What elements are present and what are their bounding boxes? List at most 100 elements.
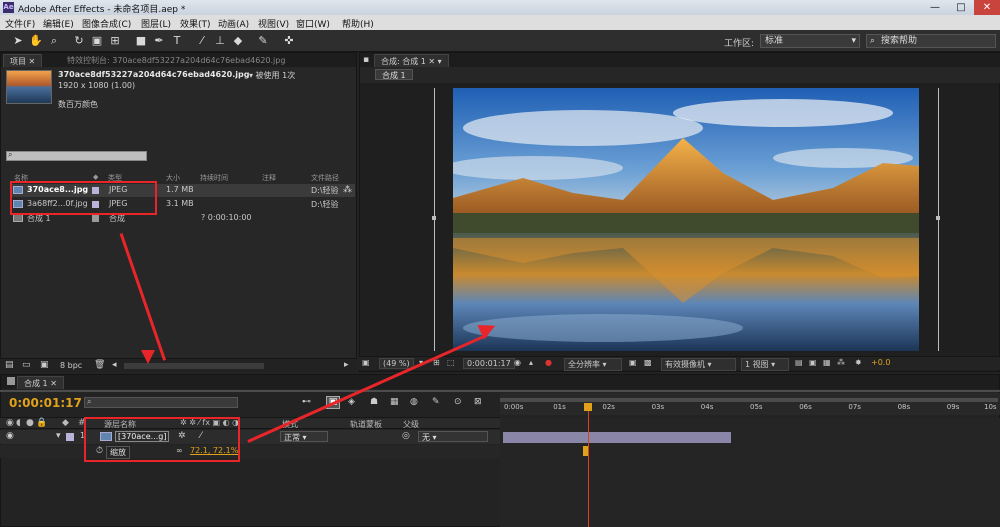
workspace-select[interactable]: 标准 ▾ — [760, 34, 860, 48]
lock-icon[interactable]: ▪ — [363, 55, 369, 65]
trkmat-header[interactable]: 轨道蒙板 — [350, 419, 382, 430]
current-time-display[interactable]: 0:00:01:17 — [463, 358, 515, 369]
timeline-current-time[interactable]: 0:00:01:17 — [9, 396, 82, 410]
toggle-pixel-aspect-icon[interactable]: ▤ — [795, 358, 803, 367]
text-tool-icon[interactable]: T — [170, 34, 184, 48]
trash-icon[interactable]: 🗑 — [94, 360, 105, 370]
draft-3d-icon[interactable]: ◈ — [348, 397, 355, 407]
flowchart-icon[interactable]: ⁂ — [343, 185, 352, 195]
close-button[interactable]: ✕ — [974, 0, 1000, 15]
audio-switch-icon[interactable]: ◖ — [16, 418, 21, 428]
column-size[interactable]: 大小 — [166, 173, 180, 183]
menu-animation[interactable]: 动画(A) — [218, 17, 249, 30]
chevron-down-icon[interactable]: ▾ — [438, 57, 442, 66]
interpret-footage-icon[interactable]: ▤ — [5, 360, 14, 370]
column-file-path[interactable]: 文件路径 — [311, 173, 339, 183]
zoom-tool-icon[interactable]: ⌕ — [47, 34, 61, 48]
pick-whip-icon[interactable]: ◎ — [402, 431, 410, 441]
comp-breadcrumb[interactable]: 合成 1 — [375, 69, 413, 80]
menu-view[interactable]: 视图(V) — [258, 17, 289, 30]
exposure-icon[interactable]: ✸ — [855, 358, 862, 367]
menu-window[interactable]: 窗口(W) — [296, 17, 330, 30]
menu-file[interactable]: 文件(F) — [5, 17, 35, 30]
solo-switch-icon[interactable]: ● — [26, 418, 34, 428]
close-icon[interactable]: ✕ — [29, 57, 36, 66]
tab-effect-controls[interactable]: 特效控制台: 370ace8df53227a204d64c76ebad4620.… — [61, 54, 291, 67]
column-comment[interactable]: 注释 — [262, 173, 276, 183]
rectangle-tool-icon[interactable]: ■ — [134, 34, 148, 48]
close-icon[interactable]: ✕ — [428, 57, 435, 66]
view-layout-select[interactable]: 1 视图 ▾ — [741, 358, 789, 371]
layer-label-swatch[interactable] — [66, 433, 74, 441]
property-row-scale[interactable]: ⏱ 缩放 ∞ 72.1, 72.1% — [0, 445, 500, 459]
graph-editor-icon[interactable]: ⊠ — [474, 397, 482, 407]
guide-handle[interactable] — [432, 216, 436, 220]
fast-previews-icon[interactable]: ▣ — [809, 358, 817, 367]
always-preview-icon[interactable]: ▣ — [362, 358, 370, 367]
tab-composition[interactable]: 合成: 合成 1 ✕ ▾ — [374, 54, 449, 67]
menu-help[interactable]: 帮助(H) — [342, 17, 374, 30]
mask-visibility-icon[interactable]: ⬚ — [447, 358, 455, 367]
roto-brush-tool-icon[interactable]: ✎ — [256, 34, 270, 48]
menu-effect[interactable]: 效果(T) — [180, 17, 211, 30]
pen-tool-icon[interactable]: ✒ — [152, 34, 166, 48]
timeline-icon[interactable]: ▦ — [823, 358, 831, 367]
camera-snapshot-icon[interactable]: ◉ — [514, 358, 521, 367]
work-area-bar[interactable] — [500, 398, 998, 402]
menu-layer[interactable]: 图层(L) — [141, 17, 171, 30]
hand-tool-icon[interactable]: ✋ — [29, 34, 43, 48]
playhead-line[interactable] — [587, 404, 589, 527]
playhead-handle-icon[interactable] — [583, 403, 592, 411]
parent-header[interactable]: 父级 — [403, 419, 419, 430]
menu-composition[interactable]: 图像合成(C) — [82, 17, 131, 30]
video-switch-icon[interactable]: ◉ — [6, 418, 14, 428]
flowchart-icon[interactable]: ⁂ — [837, 358, 845, 367]
mini-flowchart-icon[interactable]: ⊷ — [302, 397, 311, 407]
eraser-tool-icon[interactable]: ◆ — [231, 34, 245, 48]
blend-mode-select[interactable]: 正常 ▾ — [280, 431, 328, 442]
resolution-select[interactable]: 全分辨率 ▾ — [564, 358, 622, 371]
new-composition-icon[interactable]: ▣ — [40, 360, 49, 370]
twirl-down-icon[interactable]: ▾ — [56, 431, 61, 441]
brush-tool-icon[interactable]: ⁄ — [195, 34, 209, 48]
tab-timeline-comp[interactable]: 合成 1 ✕ — [17, 376, 64, 389]
puppet-pin-tool-icon[interactable]: ✜ — [282, 34, 296, 48]
brainstorm-icon[interactable]: ✎ — [432, 397, 440, 407]
lock-switch-icon[interactable]: 🔒 — [36, 418, 47, 428]
tab-project[interactable]: 项目 ✕ — [3, 54, 43, 67]
frame-blending-icon[interactable]: ▦ — [390, 397, 399, 407]
show-snapshot-icon[interactable]: ▴ — [529, 358, 533, 367]
selection-tool-icon[interactable]: ➤ — [11, 34, 25, 48]
video-eye-icon[interactable]: ◉ — [6, 431, 14, 441]
exposure-value[interactable]: +0.0 — [871, 358, 890, 367]
project-search-input[interactable]: ⌕ — [6, 150, 147, 161]
label-tag-icon[interactable]: ◆ — [62, 418, 69, 428]
color-channels-icon[interactable]: ● — [545, 358, 552, 367]
maximize-button[interactable]: □ — [948, 0, 974, 15]
motion-blur-icon[interactable]: ◍ — [410, 397, 418, 407]
region-of-interest-icon[interactable]: ▣ — [629, 358, 637, 367]
column-duration[interactable]: 持续时间 — [200, 173, 228, 183]
guide-handle[interactable] — [936, 216, 940, 220]
transparency-grid-icon[interactable]: ▩ — [644, 358, 652, 367]
layer-duration-bar[interactable] — [503, 432, 731, 443]
active-camera-select[interactable]: 有效摄像机 ▾ — [661, 358, 736, 371]
bit-depth-label[interactable]: 8 bpc — [60, 361, 82, 370]
minimize-button[interactable]: — — [922, 0, 948, 15]
composition-viewer-image[interactable] — [453, 88, 919, 351]
menu-edit[interactable]: 编辑(E) — [43, 17, 74, 30]
close-icon[interactable]: ✕ — [50, 379, 57, 388]
pan-behind-tool-icon[interactable]: ⊞ — [108, 34, 122, 48]
clone-stamp-tool-icon[interactable]: ⊥ — [213, 34, 227, 48]
footage-used-count[interactable]: ▾ 被使用 1次 — [249, 70, 295, 81]
parent-select[interactable]: 无 ▾ — [418, 431, 488, 442]
rotate-tool-icon[interactable]: ↻ — [72, 34, 86, 48]
label-color-swatch[interactable] — [92, 215, 99, 222]
scroll-left-icon[interactable]: ◂ — [112, 360, 117, 370]
help-search-input[interactable]: ⌕ 搜索帮助 — [866, 34, 996, 48]
camera-tool-icon[interactable]: ▣ — [90, 34, 104, 48]
hide-shy-layers-icon[interactable]: ☗ — [370, 397, 378, 407]
new-folder-icon[interactable]: ▭ — [22, 360, 31, 370]
timeline-search-input[interactable]: ⌕ — [84, 397, 238, 408]
auto-keyframe-icon[interactable]: ⊙ — [454, 397, 462, 407]
